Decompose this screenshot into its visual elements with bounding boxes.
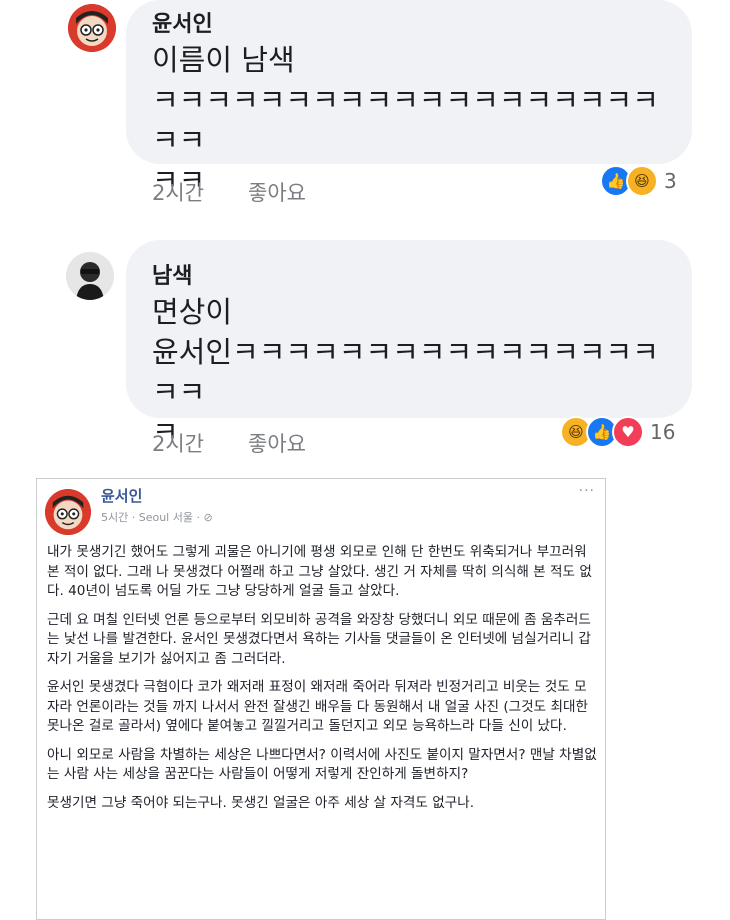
- reaction-count: 16: [650, 420, 676, 444]
- comment-time: 2시간: [152, 181, 205, 205]
- avatar[interactable]: [68, 4, 116, 52]
- avatar[interactable]: [45, 489, 91, 535]
- reaction-count: 3: [664, 169, 677, 193]
- post-paragraph: 못생기면 그냥 죽어야 되는구나. 못생긴 얼굴은 아주 세상 살 자격도 없구…: [47, 794, 475, 811]
- haha-reaction-icon: 😆: [626, 165, 658, 197]
- reaction-summary[interactable]: 😆 👍 ♥ 16: [560, 416, 675, 448]
- comment-text: 이름이 남색 ㅋㅋㅋㅋㅋㅋㅋㅋㅋㅋㅋㅋㅋㅋㅋㅋㅋㅋㅋㅋㅋ ㅋㅋ: [152, 43, 659, 197]
- love-reaction-icon: ♥: [612, 416, 644, 448]
- more-options-icon[interactable]: ···: [579, 483, 595, 499]
- post-author[interactable]: 윤서인: [101, 485, 142, 506]
- post-paragraph: 근데 요 며칠 인터넷 언론 등으로부터 외모비하 공격을 와장창 당했더니 외…: [47, 611, 591, 667]
- post-paragraph: 윤서인 못생겼다 극혐이다 코가 왜저래 표정이 왜저래 죽어라 뒤져라 빈정거…: [47, 679, 589, 734]
- like-button[interactable]: 좋아요: [248, 428, 306, 458]
- post-paragraph: 아니 외모로 사람을 차별하는 세상은 나쁘다면서? 이력서에 사진도 붙이지 …: [47, 746, 597, 783]
- comment-author[interactable]: 윤서인: [152, 6, 213, 38]
- comment-bubble: 윤서인 이름이 남색 ㅋㅋㅋㅋㅋㅋㅋㅋㅋㅋㅋㅋㅋㅋㅋㅋㅋㅋㅋㅋㅋ ㅋㅋ: [126, 0, 692, 197]
- comment-bubble: 남색 면상이 윤서인ㅋㅋㅋㅋㅋㅋㅋㅋㅋㅋㅋㅋㅋㅋㅋㅋㅋㅋ ㅋ: [126, 240, 692, 449]
- avatar[interactable]: [66, 252, 114, 300]
- post-body: 내가 못생기긴 했어도 그렇게 괴물은 아니기에 평생 외모로 인해 단 한번도…: [47, 543, 597, 822]
- comment-author[interactable]: 남색: [152, 258, 192, 290]
- avatar-cartoon-icon: [45, 489, 91, 535]
- facebook-post: 윤서인 5시간 · Seoul 서울 · ⊘ ··· 내가 못생기긴 했어도 그…: [36, 478, 606, 920]
- post-paragraph: 내가 못생기긴 했어도 그렇게 괴물은 아니기에 평생 외모로 인해 단 한번도…: [47, 544, 592, 599]
- post-meta: 5시간 · Seoul 서울 · ⊘: [101, 511, 213, 524]
- reaction-summary[interactable]: 👍 😆 3: [600, 165, 677, 197]
- avatar-person-icon: [66, 252, 114, 300]
- avatar-cartoon-icon: [68, 4, 116, 52]
- comment-time: 2시간: [152, 432, 205, 456]
- like-button[interactable]: 좋아요: [248, 177, 306, 207]
